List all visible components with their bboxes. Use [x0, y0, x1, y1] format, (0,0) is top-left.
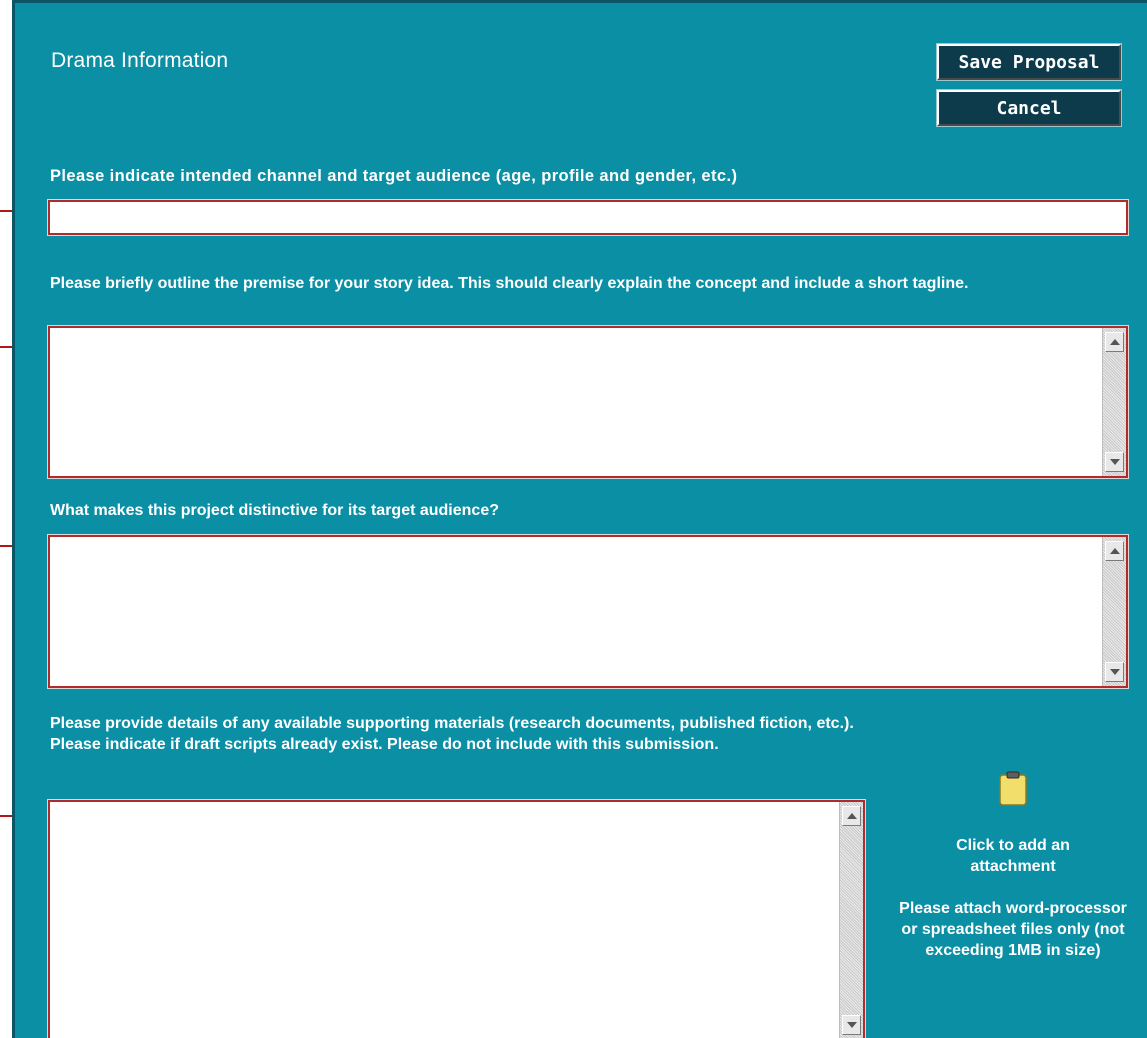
drama-information-panel: Drama Information Save Proposal Cancel P… — [12, 0, 1147, 1038]
chevron-down-icon — [1109, 459, 1120, 465]
chevron-down-icon — [1109, 669, 1120, 675]
distinctive-field[interactable] — [47, 534, 1129, 689]
premise-field[interactable] — [47, 325, 1129, 479]
premise-scrollbar[interactable] — [1102, 328, 1126, 476]
chevron-up-icon — [1109, 339, 1120, 345]
add-attachment-link[interactable]: Click to add an attachment — [948, 835, 1078, 877]
supporting-materials-scrollbar[interactable] — [839, 802, 863, 1038]
premise-textarea[interactable] — [50, 328, 1100, 476]
chevron-down-icon — [846, 1022, 857, 1028]
distinctive-scrollbar[interactable] — [1102, 537, 1126, 686]
clipboard-icon[interactable] — [998, 771, 1028, 807]
scroll-up-button[interactable] — [1105, 332, 1124, 352]
audience-field[interactable] — [47, 199, 1129, 236]
distinctive-textarea[interactable] — [50, 537, 1100, 686]
page-title: Drama Information — [51, 49, 229, 72]
scroll-down-button[interactable] — [1105, 452, 1124, 472]
supporting-materials-textarea[interactable] — [50, 802, 838, 1038]
question-label-audience: Please indicate intended channel and tar… — [50, 167, 738, 185]
scroll-down-button[interactable] — [1105, 662, 1124, 682]
supporting-materials-field[interactable] — [47, 799, 866, 1038]
scroll-up-button[interactable] — [842, 806, 861, 826]
save-proposal-button[interactable]: Save Proposal — [936, 43, 1122, 81]
audience-input[interactable] — [50, 202, 1126, 233]
cancel-button[interactable]: Cancel — [936, 89, 1122, 127]
question-label-supporting-materials: Please provide details of any available … — [50, 715, 854, 753]
chevron-up-icon — [846, 813, 857, 819]
chevron-up-icon — [1109, 548, 1120, 554]
scroll-up-button[interactable] — [1105, 541, 1124, 561]
question-label-distinctive: What makes this project distinctive for … — [50, 502, 499, 519]
question-label-premise: Please briefly outline the premise for y… — [50, 275, 969, 292]
page: Drama Information Save Proposal Cancel P… — [0, 0, 1147, 1038]
scroll-down-button[interactable] — [842, 1015, 861, 1035]
attachment-note: Please attach word-processor or spreadsh… — [899, 900, 1127, 959]
